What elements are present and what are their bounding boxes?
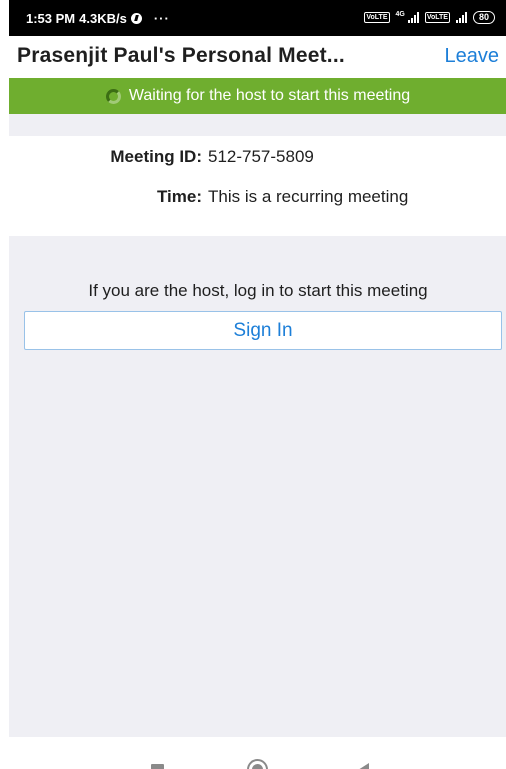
divider — [9, 114, 506, 136]
system-nav-bar — [9, 737, 506, 769]
status-right: VoLTE 4G VoLTE 80 — [364, 11, 495, 24]
spinner-icon — [105, 88, 121, 104]
network-type: 4G — [395, 11, 405, 18]
app-frame: 1:53 PM 4.3KB/s ··· VoLTE 4G VoLTE 80 Pr… — [9, 0, 506, 769]
back-icon[interactable] — [358, 763, 369, 769]
status-bar: 1:53 PM 4.3KB/s ··· VoLTE 4G VoLTE 80 — [9, 0, 506, 36]
signal-icon-2 — [455, 12, 467, 23]
recent-apps-icon[interactable] — [151, 764, 164, 769]
battery-icon: 80 — [472, 11, 495, 24]
meeting-id-label: Meeting ID: — [110, 147, 202, 166]
volte-icon: VoLTE — [364, 12, 390, 23]
waiting-text: Waiting for the host to start this meeti… — [128, 87, 411, 104]
status-speed: 4.3KB/s — [79, 11, 127, 26]
home-icon[interactable] — [247, 759, 268, 769]
more-notifications-indicator: ··· — [153, 11, 170, 26]
meeting-time-label: Time: — [156, 187, 202, 206]
host-panel: If you are the host, log in to start thi… — [9, 236, 506, 737]
leave-button[interactable]: Leave — [445, 45, 500, 68]
meeting-id-value: 512-757-5809 — [208, 147, 314, 166]
volte-icon-2: VoLTE — [424, 12, 450, 23]
meeting-title: Prasenjit Paul's Personal Meet... — [17, 44, 345, 67]
meeting-header: Prasenjit Paul's Personal Meet... Leave — [9, 36, 506, 76]
status-time: 1:53 PM — [26, 11, 76, 26]
host-prompt: If you are the host, log in to start thi… — [88, 281, 428, 300]
meeting-time-value: This is a recurring meeting — [208, 187, 409, 206]
status-left: 1:53 PM 4.3KB/s ··· — [26, 11, 170, 26]
signal-icon — [407, 12, 419, 23]
meeting-info: Meeting ID: 512-757-5809 Time: This is a… — [9, 136, 506, 236]
sign-in-button[interactable]: Sign In — [24, 311, 502, 350]
notification-icon — [130, 13, 142, 24]
waiting-banner: Waiting for the host to start this meeti… — [9, 78, 506, 114]
